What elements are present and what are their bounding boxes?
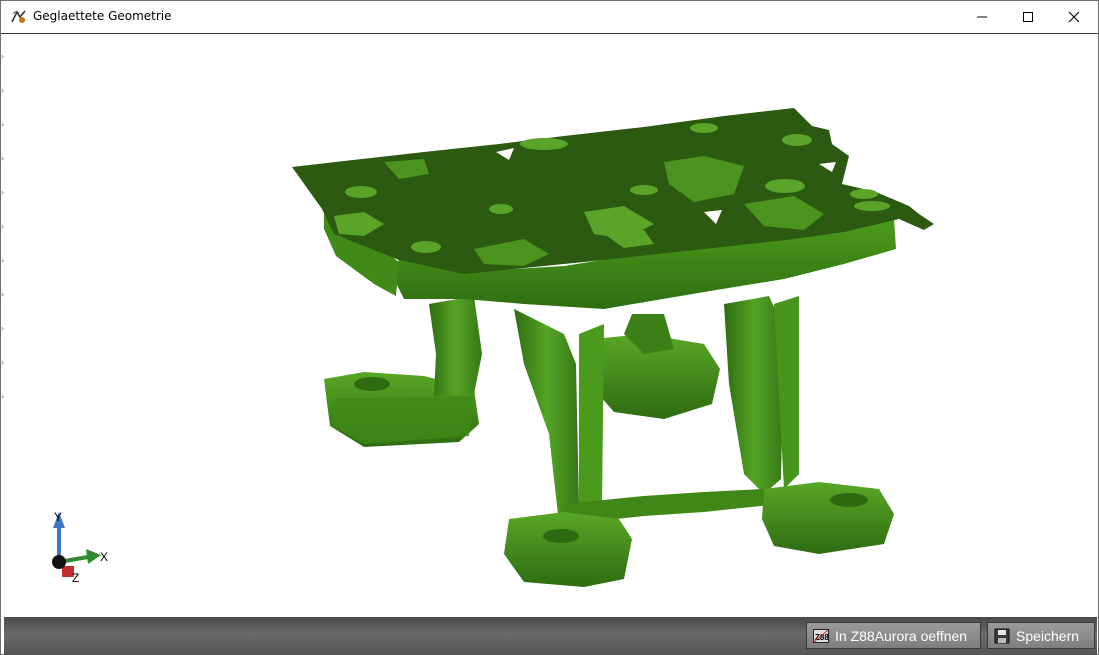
open-in-z88aurora-label: In Z88Aurora oeffnen: [835, 627, 968, 644]
minimize-button[interactable]: [959, 1, 1005, 33]
floppy-disk-icon: [994, 628, 1010, 644]
z88-icon: Z88: [813, 628, 829, 644]
z-axis-label: Z: [72, 571, 79, 585]
svg-text:Z88: Z88: [815, 633, 829, 642]
right-leg: [724, 296, 784, 494]
axis-triad: Y X Z: [52, 510, 108, 585]
maximize-button[interactable]: [1005, 1, 1051, 33]
bottom-toolbar: Z88 In Z88Aurora oeffnen Speichern: [4, 617, 1097, 655]
x-axis-label: X: [100, 550, 108, 564]
maximize-icon: [1023, 12, 1033, 22]
close-button[interactable]: [1051, 1, 1097, 33]
left-leg: [429, 296, 482, 396]
window: Geglaettete Geometrie › › › › › › › › › …: [0, 0, 1099, 655]
title-bar[interactable]: Geglaettete Geometrie: [1, 1, 1098, 34]
center-leg-2: [579, 324, 604, 514]
save-button[interactable]: Speichern: [987, 622, 1095, 649]
open-in-z88aurora-button[interactable]: Z88 In Z88Aurora oeffnen: [806, 622, 981, 649]
y-axis-label: Y: [54, 510, 62, 524]
3d-viewport[interactable]: Y X Z: [4, 34, 1097, 617]
smoothed-geometry-model[interactable]: Y X Z: [4, 34, 1097, 617]
minimize-icon: [977, 16, 987, 18]
save-button-label: Speichern: [1016, 627, 1080, 644]
close-icon: [1068, 11, 1080, 23]
window-title: Geglaettete Geometrie: [33, 9, 172, 23]
center-leg-1: [514, 309, 579, 524]
front-left-foot: [504, 512, 632, 587]
front-right-foot: [762, 482, 894, 554]
app-icon[interactable]: [10, 8, 28, 26]
